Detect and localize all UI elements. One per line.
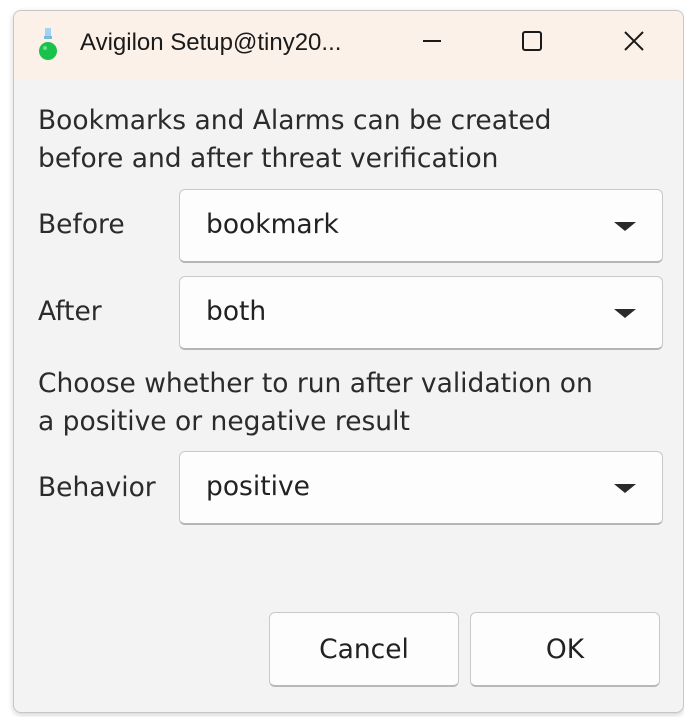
before-label: Before [38, 209, 125, 240]
close-icon [622, 29, 646, 57]
minimize-icon [420, 29, 444, 57]
chevron-down-icon [614, 222, 636, 231]
validation-description: Choose whether to run after validation o… [38, 365, 593, 441]
behavior-dropdown[interactable]: positive [179, 451, 663, 525]
ok-button[interactable]: OK [470, 612, 660, 687]
setup-dialog: Avigilon Setup@tiny20... Bookmarks and A… [13, 10, 684, 713]
close-button[interactable] [606, 21, 662, 65]
description-line: Choose whether to run after validation o… [38, 368, 593, 399]
chevron-down-icon [614, 309, 636, 318]
window-title: Avigilon Setup@tiny20... [80, 29, 342, 56]
after-dropdown[interactable]: both [179, 276, 663, 350]
chevron-down-icon [614, 484, 636, 493]
after-selected-value: both [206, 296, 267, 327]
flask-icon [38, 27, 58, 61]
title-bar[interactable]: Avigilon Setup@tiny20... [14, 11, 683, 79]
minimize-button[interactable] [404, 21, 460, 65]
cancel-button[interactable]: Cancel [269, 612, 459, 687]
threat-verification-description: Bookmarks and Alarms can be created befo… [38, 102, 551, 178]
maximize-button[interactable] [504, 21, 560, 65]
before-dropdown[interactable]: bookmark [179, 189, 663, 263]
description-line: a positive or negative result [38, 406, 410, 437]
behavior-label: Behavior [38, 472, 156, 503]
before-selected-value: bookmark [206, 209, 339, 240]
after-label: After [38, 296, 102, 327]
maximize-icon [520, 29, 544, 57]
description-line: before and after threat verification [38, 143, 499, 174]
description-line: Bookmarks and Alarms can be created [38, 105, 552, 136]
behavior-selected-value: positive [206, 471, 310, 502]
